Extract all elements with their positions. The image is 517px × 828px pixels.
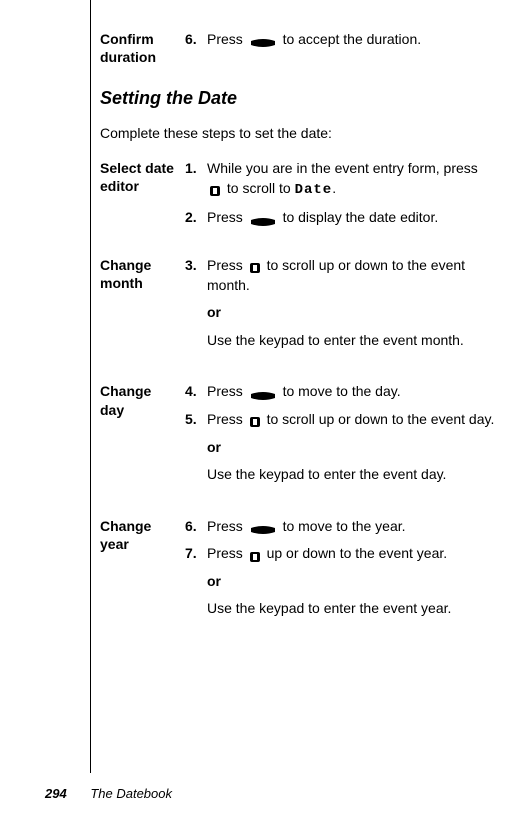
scroll-key-icon (209, 183, 221, 195)
scroll-key-icon (249, 414, 261, 426)
scroll-key-icon (249, 549, 261, 561)
or-label: or (207, 438, 497, 458)
scroll-key-icon (249, 260, 261, 272)
section-confirm-duration: Confirm duration 6. Press to accept the … (100, 30, 497, 66)
label-confirm-duration: Confirm duration (100, 30, 185, 66)
step-text-part: to accept the duration. (279, 31, 421, 47)
step-number: 2. (185, 208, 207, 228)
section-change-year: Change year 6. Press to move to the year… (100, 517, 497, 631)
heading-setting-date: Setting the Date (100, 86, 497, 111)
step-number: 3. (185, 256, 207, 295)
page-content: Confirm duration 6. Press to accept the … (0, 0, 517, 691)
step-text-part: to display the date editor. (279, 209, 439, 225)
step-1: 1. While you are in the event entry form… (185, 159, 497, 200)
step-6-confirm: 6. Press to accept the duration. (185, 30, 497, 50)
step-6-year: 6. Press to move to the year. (185, 517, 497, 537)
step-number: 5. (185, 410, 207, 430)
step-number: 6. (185, 517, 207, 537)
footer-title: The Datebook (90, 786, 172, 801)
step-text-part: Press (207, 257, 247, 273)
alt-text: Use the keypad to enter the event day. (207, 465, 497, 485)
step-text-part: While you are in the event entry form, p… (207, 160, 478, 176)
step-4: 4. Press to move to the day. (185, 382, 497, 402)
section-change-month: Change month 3. Press to scroll up or do… (100, 256, 497, 362)
label-change-year: Change year (100, 517, 185, 631)
step-text-part: Press (207, 31, 247, 47)
right-softkey-icon (249, 388, 277, 398)
step-text-part: up or down to the event year. (263, 545, 447, 561)
intro-text: Complete these steps to set the date: (100, 124, 497, 144)
step-text-part: Press (207, 383, 247, 399)
label-change-day: Change day (100, 382, 185, 496)
step-text-part: to scroll up or down to the event day. (263, 411, 495, 427)
right-softkey-icon (249, 522, 277, 532)
label-change-month: Change month (100, 256, 185, 362)
step-5: 5. Press to scroll up or down to the eve… (185, 410, 497, 430)
step-text-part: to move to the year. (279, 518, 406, 534)
page-footer: 294 The Datebook (45, 785, 172, 803)
step-text-part: to move to the day. (279, 383, 401, 399)
step-number: 1. (185, 159, 207, 200)
step-3: 3. Press to scroll up or down to the eve… (185, 256, 497, 295)
section-select-date-editor: Select date editor 1. While you are in t… (100, 159, 497, 236)
step-text-part: Press (207, 545, 247, 561)
label-select-date-editor: Select date editor (100, 159, 185, 236)
step-number: 7. (185, 544, 207, 564)
vertical-margin-line (90, 0, 91, 773)
step-text-part: Press (207, 209, 247, 225)
alt-text: Use the keypad to enter the event year. (207, 599, 497, 619)
right-softkey-icon (249, 214, 277, 224)
or-label: or (207, 303, 497, 323)
step-number: 4. (185, 382, 207, 402)
step-text-part: Press (207, 411, 247, 427)
step-text-part: Press (207, 518, 247, 534)
step-text-part: . (332, 180, 336, 196)
or-label: or (207, 572, 497, 592)
step-text-part: to scroll to (223, 180, 295, 196)
step-2: 2. Press to display the date editor. (185, 208, 497, 228)
section-change-day: Change day 4. Press to move to the day. … (100, 382, 497, 496)
step-7: 7. Press up or down to the event year. (185, 544, 497, 564)
page-number: 294 (45, 786, 67, 801)
date-field-label: Date (295, 182, 333, 198)
left-softkey-icon (249, 35, 277, 45)
alt-text: Use the keypad to enter the event month. (207, 331, 497, 351)
step-number: 6. (185, 30, 207, 50)
